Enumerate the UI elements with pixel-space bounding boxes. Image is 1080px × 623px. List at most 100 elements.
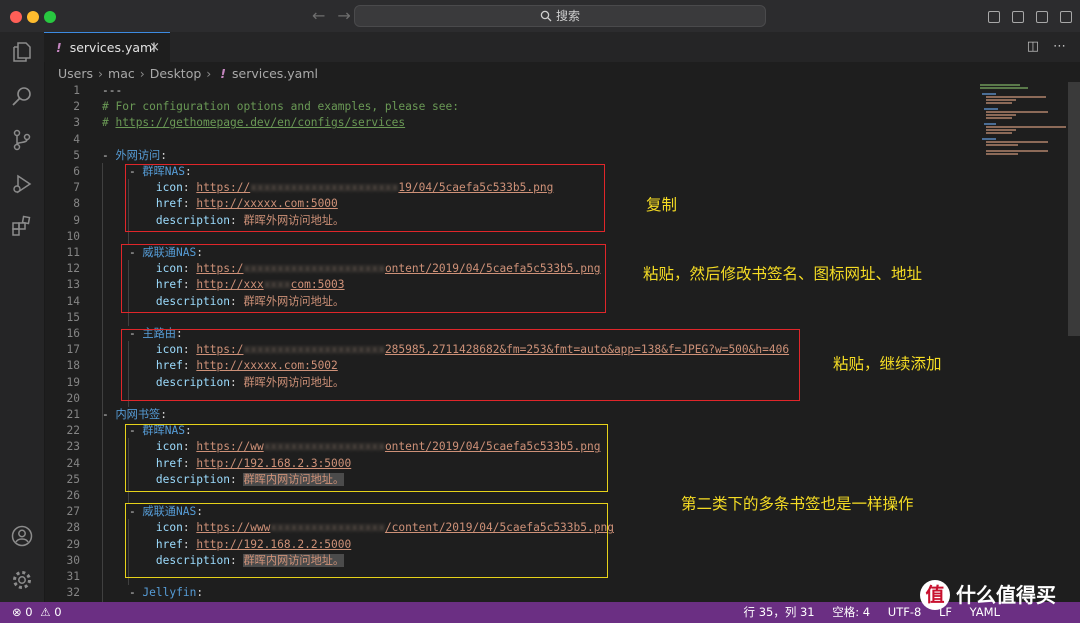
line-number: 23 <box>66 440 80 454</box>
forward-arrow-icon[interactable]: → <box>337 6 350 25</box>
code-line[interactable]: 9 description: 群晖外网访问地址。 <box>44 213 974 229</box>
code-token: 威联通NAS <box>142 246 197 259</box>
line-number: 19 <box>66 375 80 389</box>
code-token: 群晖外网访问地址。 <box>243 213 345 227</box>
cursor-position[interactable]: 行 35，列 31 <box>744 605 815 619</box>
title-bar: ← → 搜索 <box>0 0 1080 33</box>
split-editor-icon[interactable]: ◫ <box>1027 39 1039 54</box>
vertical-scrollbar[interactable] <box>1068 82 1080 602</box>
error-icon: ⊗ <box>12 605 22 619</box>
breadcrumb-desktop[interactable]: Desktop <box>150 66 202 81</box>
code-line[interactable]: 28 icon: https://wwwxxxxxxxxxxxxxxxxx/co… <box>44 520 974 536</box>
command-center-search[interactable]: 搜索 <box>354 5 766 27</box>
indentation[interactable]: 空格: 4 <box>832 605 870 619</box>
code-token: 群晖内网访问地址。 <box>243 553 345 567</box>
toggle-primary-sidebar-icon[interactable] <box>987 11 1000 23</box>
line-content: icon: https:/xxxxxxxxxxxxxxxxxxxxxontent… <box>102 261 601 277</box>
code-token: : <box>176 327 183 340</box>
scrollbar-thumb[interactable] <box>1068 82 1080 336</box>
toggle-secondary-sidebar-icon[interactable] <box>1035 11 1048 23</box>
extensions-icon[interactable] <box>10 214 34 238</box>
code-token: : <box>182 197 197 211</box>
minimap[interactable] <box>978 82 1068 162</box>
line-content: href: http://xxxxx.com:5002 <box>102 358 338 374</box>
code-line[interactable]: 25 description: 群晖内网访问地址。 <box>44 472 974 488</box>
code-line[interactable]: 3 # https://gethomepage.dev/en/configs/se… <box>44 115 974 131</box>
line-content: icon: https:/xxxxxxxxxxxxxxxxxxxxx285985… <box>102 342 789 358</box>
code-line[interactable]: 32 - Jellyfin: <box>44 585 974 601</box>
code-editor[interactable]: 1 --- 2 # For configuration options and exa… <box>44 82 974 602</box>
encoding[interactable]: UTF-8 <box>888 605 922 619</box>
code-line[interactable]: 20 <box>44 391 974 407</box>
code-line[interactable]: 19 description: 群晖外网访问地址。 <box>44 375 974 391</box>
more-actions-icon[interactable]: ⋯ <box>1053 39 1066 54</box>
code-token: - <box>102 327 143 340</box>
code-line[interactable]: 22 - 群晖NAS: <box>44 423 974 439</box>
code-line[interactable]: 2 # For configuration options and example… <box>44 99 974 115</box>
close-tab-icon[interactable]: × <box>149 33 160 62</box>
line-number: 13 <box>66 278 80 292</box>
line-number: 7 <box>73 181 80 195</box>
code-line[interactable]: 6 - 群晖NAS: <box>44 164 974 180</box>
code-token: : <box>160 148 167 162</box>
code-token: href <box>155 278 183 292</box>
code-token: : <box>185 424 192 438</box>
code-token: 群晖外网访问地址。 <box>243 294 345 308</box>
code-line[interactable]: 16 - 主路由: <box>44 326 974 342</box>
code-line[interactable]: 30 description: 群晖内网访问地址。 <box>44 553 974 569</box>
code-token: xxxxxxxxxxxxxxxxx <box>270 521 385 535</box>
code-token: https://gethomepage.dev/en/configs/servi… <box>115 116 406 130</box>
code-token: : <box>196 246 203 259</box>
breadcrumb-mac[interactable]: mac <box>108 66 135 81</box>
settings-gear-icon[interactable] <box>10 568 34 592</box>
code-token: https:/ <box>196 262 244 276</box>
code-token: http://xxxxx.com:5000 <box>196 197 338 211</box>
code-line[interactable]: 1 --- <box>44 83 974 99</box>
code-line[interactable]: 21 - 内网书签: <box>44 407 974 423</box>
tab-services-yaml[interactable]: ! services.yaml × <box>44 32 170 62</box>
code-line[interactable]: 29 href: http://192.168.2.2:5000 <box>44 537 974 553</box>
code-token: href <box>155 359 183 373</box>
source-control-icon[interactable] <box>10 128 34 152</box>
customize-layout-icon[interactable] <box>1060 11 1072 23</box>
maximize-window-button[interactable] <box>44 11 56 23</box>
search-sidebar-icon[interactable] <box>10 84 34 108</box>
explorer-icon[interactable] <box>10 40 34 64</box>
line-number: 21 <box>66 408 80 421</box>
code-line[interactable]: 5 - 外网访问: <box>44 148 974 164</box>
problems-indicator[interactable]: ⊗ 0 ⚠ 0 <box>12 602 62 623</box>
code-token: - <box>102 165 143 178</box>
close-window-button[interactable] <box>10 11 22 23</box>
back-arrow-icon[interactable]: ← <box>312 6 325 25</box>
code-line[interactable]: 4 <box>44 132 974 148</box>
minimize-window-button[interactable] <box>27 11 39 23</box>
code-token: : <box>160 408 167 421</box>
code-line[interactable]: 8 href: http://xxxxx.com:5000 <box>44 196 974 212</box>
line-number: 1 <box>73 84 80 97</box>
code-line[interactable]: 11 - 威联通NAS: <box>44 245 974 261</box>
code-line[interactable]: 24 href: http://192.168.2.3:5000 <box>44 456 974 472</box>
breadcrumb-file[interactable]: services.yaml <box>232 66 318 81</box>
code-token: /content/2019/04/5caefa5c533b5.png <box>384 521 614 535</box>
code-line[interactable]: 14 description: 群晖外网访问地址。 <box>44 294 974 310</box>
code-token: https:/ <box>196 343 244 357</box>
line-number: 11 <box>66 246 80 259</box>
code-line[interactable]: 23 icon: https://wwxxxxxxxxxxxxxxxxxxont… <box>44 439 974 455</box>
run-debug-icon[interactable] <box>10 172 34 196</box>
toggle-panel-icon[interactable] <box>1011 11 1024 23</box>
code-line[interactable]: 31 <box>44 569 974 585</box>
code-token: description <box>155 294 230 308</box>
account-icon[interactable] <box>10 524 34 548</box>
code-line[interactable]: 10 <box>44 229 974 245</box>
code-token: description <box>155 553 230 567</box>
code-line[interactable]: 15 <box>44 310 974 326</box>
annotation-same-operation: 第二类下的多条书签也是一样操作 <box>681 495 914 513</box>
code-line[interactable]: 7 icon: https://xxxxxxxxxxxxxxxxxxxxxx19… <box>44 180 974 196</box>
breadcrumb-users[interactable]: Users <box>58 66 93 81</box>
